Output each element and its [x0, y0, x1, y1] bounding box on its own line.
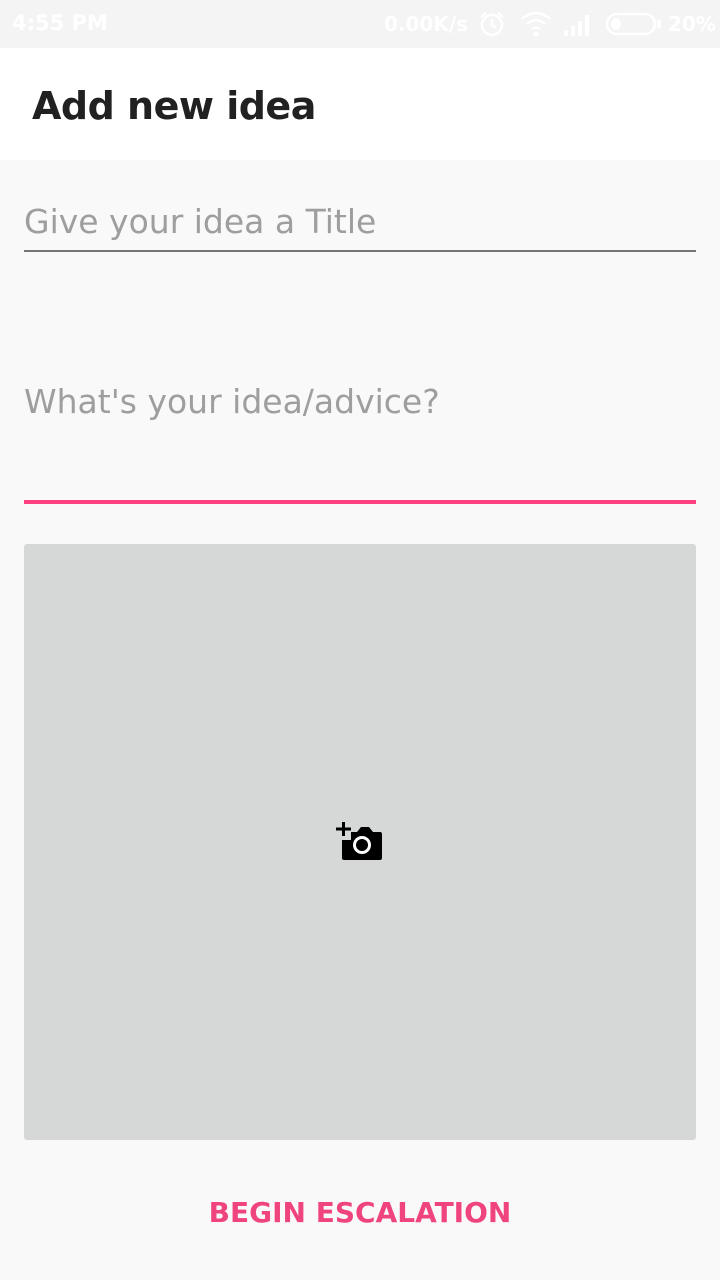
signal-icon	[562, 10, 594, 42]
battery-icon	[605, 10, 662, 42]
begin-escalation-button[interactable]: BEGIN ESCALATION	[0, 1196, 720, 1229]
idea-title-input[interactable]: Give your idea a Title	[24, 200, 696, 252]
app-bar: Add new idea	[0, 48, 720, 160]
add-photo-area[interactable]	[24, 544, 696, 1140]
network-speed: 0.00K/s	[384, 12, 469, 36]
idea-description-input[interactable]: What's your idea/advice?	[24, 380, 696, 504]
idea-title-placeholder: Give your idea a Title	[24, 202, 377, 241]
battery-percent: 20%	[668, 12, 716, 36]
status-bar: 4:55 PM 0.00K/s 20%	[0, 0, 720, 48]
add-a-photo-icon[interactable]	[336, 820, 384, 869]
page-title: Add new idea	[32, 84, 316, 128]
wifi-icon	[520, 10, 552, 42]
alarm-icon	[478, 10, 506, 42]
status-time: 4:55 PM	[12, 11, 108, 35]
idea-description-placeholder: What's your idea/advice?	[24, 382, 440, 421]
